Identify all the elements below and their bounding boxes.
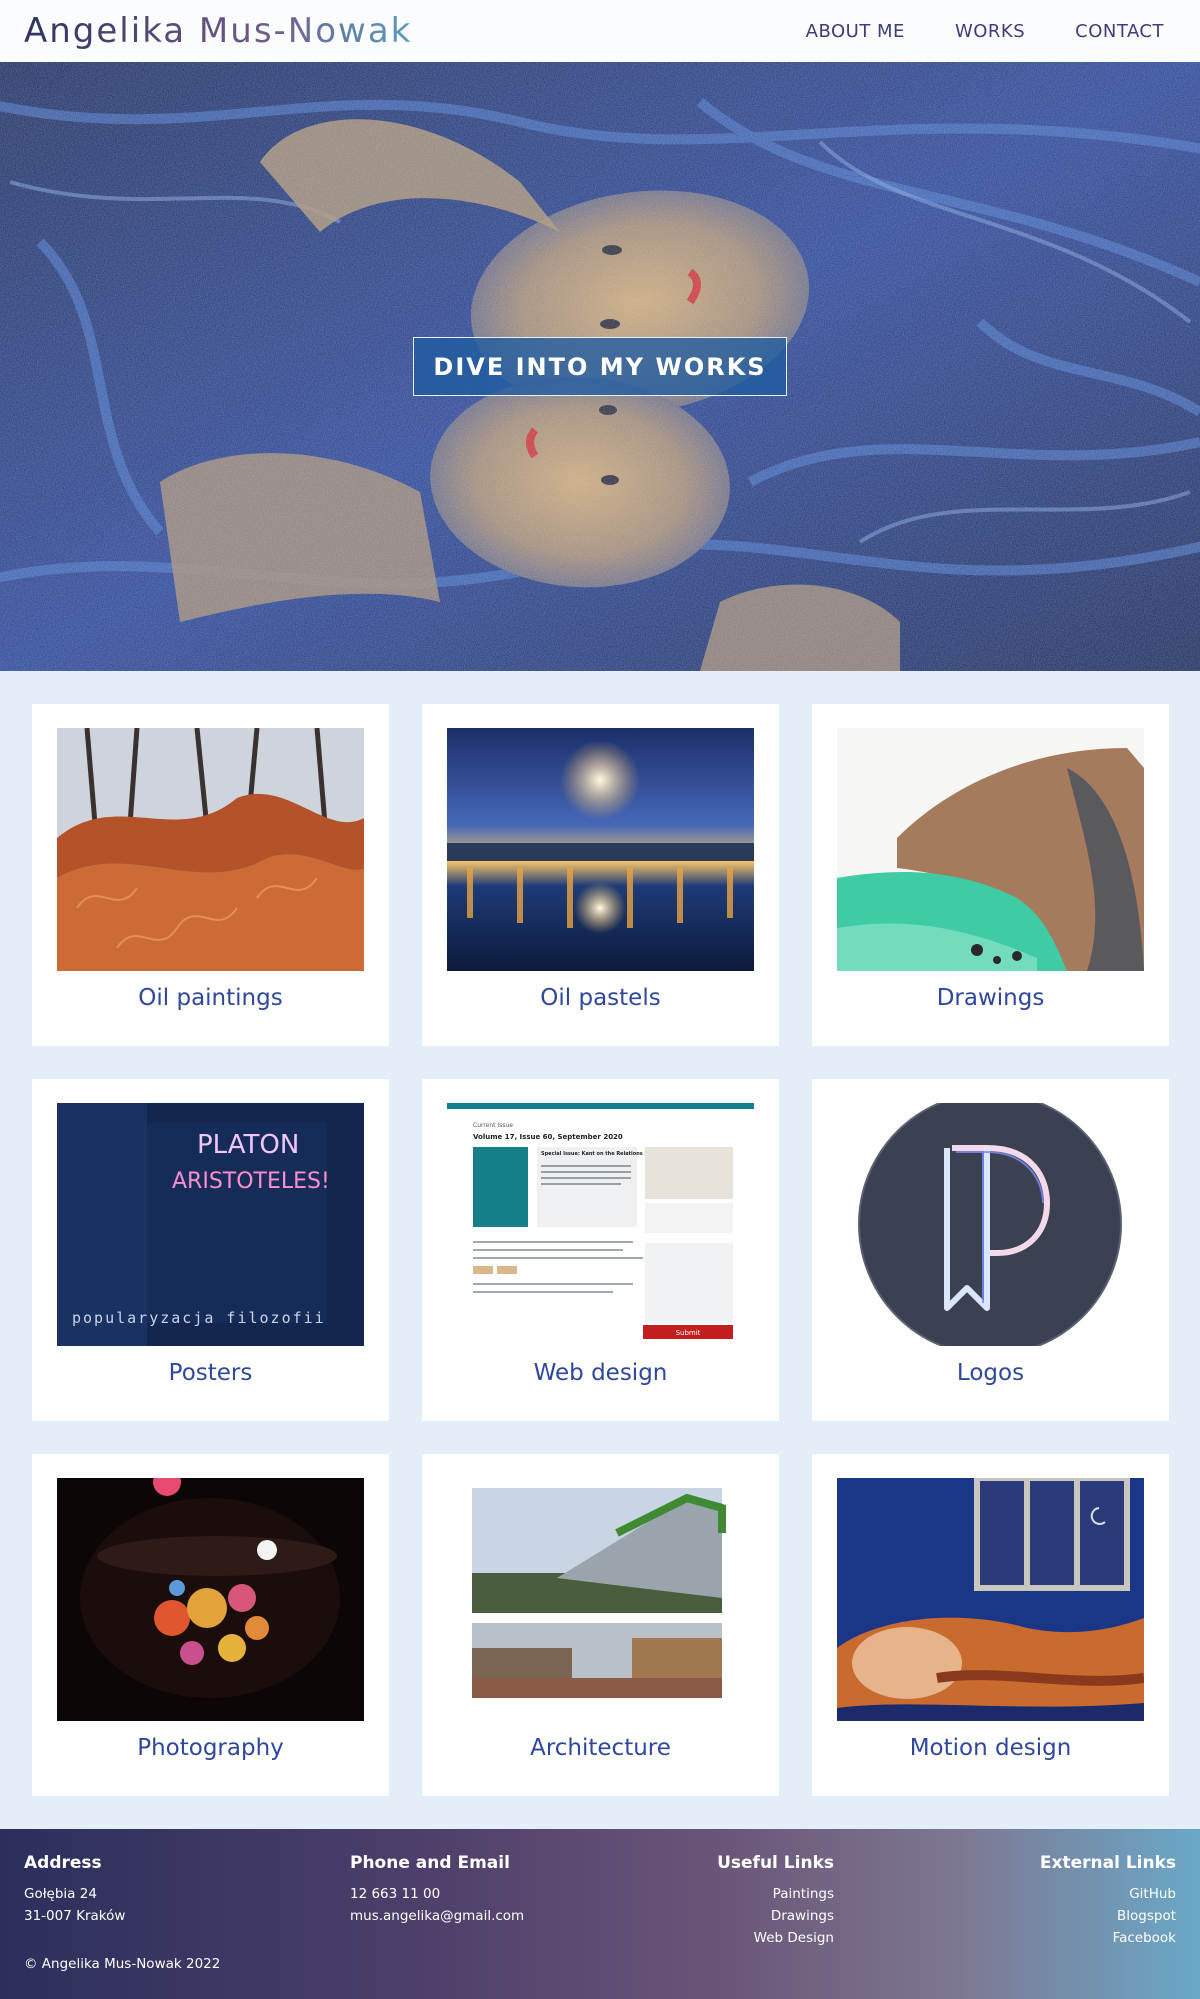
- copyright: © Angelika Mus-Nowak 2022: [24, 1956, 221, 1972]
- logo-thumbnail: [837, 1103, 1144, 1346]
- poster-neon-text-2: ARISTOTELES!: [172, 1169, 330, 1194]
- footer-link-facebook[interactable]: Facebook: [1040, 1927, 1176, 1949]
- footer-heading: Address: [24, 1853, 102, 1873]
- card-label: Oil pastels: [540, 985, 661, 1011]
- gallery-card-web-design[interactable]: Current Issue Volume 17, Issue 60, Septe…: [422, 1079, 779, 1421]
- card-label: Posters: [168, 1360, 253, 1386]
- oil-painting-thumbnail: [57, 728, 364, 971]
- card-label: Web design: [533, 1360, 668, 1386]
- footer-contact: Phone and Email 12 663 11 00 mus.angelik…: [350, 1853, 524, 1927]
- footer-link-github[interactable]: GitHub: [1040, 1883, 1176, 1905]
- gallery-card-oil-paintings[interactable]: Oil paintings: [32, 704, 389, 1046]
- poster-neon-text: PLATON: [197, 1130, 299, 1160]
- architecture-thumbnail: [447, 1478, 754, 1721]
- card-label: Drawings: [936, 985, 1045, 1011]
- card-label: Photography: [137, 1735, 284, 1761]
- gallery-card-oil-pastels[interactable]: Oil pastels: [422, 704, 779, 1046]
- footer-heading: External Links: [1039, 1853, 1176, 1873]
- gallery-card-logos[interactable]: Logos: [812, 1079, 1169, 1421]
- footer-link-drawings[interactable]: Drawings: [717, 1905, 834, 1927]
- hero-banner: DIVE INTO MY WORKS: [0, 62, 1200, 671]
- card-label: Architecture: [530, 1735, 671, 1761]
- web-issue-title: Volume 17, Issue 60, September 2020: [473, 1133, 623, 1141]
- gallery-card-drawings[interactable]: Drawings: [812, 704, 1169, 1046]
- phone-number: 12 663 11 00: [350, 1886, 441, 1902]
- card-label: Logos: [956, 1360, 1025, 1386]
- motion-design-thumbnail: [837, 1478, 1144, 1721]
- card-label: Oil paintings: [138, 985, 283, 1011]
- brand-logo-text[interactable]: Angelika Mus-Nowak: [24, 11, 412, 51]
- poster-thumbnail: PLATON ARISTOTELES! popularyzacja filozo…: [57, 1103, 364, 1346]
- nav-works[interactable]: WORKS: [955, 21, 1025, 42]
- card-label: Motion design: [909, 1735, 1072, 1761]
- nav-about-me[interactable]: ABOUT ME: [806, 21, 905, 42]
- gallery-card-motion-design[interactable]: Motion design: [812, 1454, 1169, 1796]
- gallery-card-photography[interactable]: Photography: [32, 1454, 389, 1796]
- gallery-card-architecture[interactable]: Architecture: [422, 1454, 779, 1796]
- dive-into-works-button[interactable]: DIVE INTO MY WORKS: [413, 337, 787, 396]
- footer-heading: Useful Links: [717, 1853, 834, 1873]
- web-issue-header: Current Issue: [473, 1122, 513, 1129]
- footer-useful-links: Useful Links Paintings Drawings Web Desi…: [717, 1853, 834, 1949]
- address-line: Gołębia 24: [24, 1886, 97, 1902]
- nav-contact[interactable]: CONTACT: [1075, 21, 1164, 42]
- footer-link-web-design[interactable]: Web Design: [717, 1927, 834, 1949]
- drawing-thumbnail: [837, 728, 1144, 971]
- works-gallery: Oil paintings Oil pastels Drawings PLATO…: [32, 704, 1169, 1796]
- address-line: 31-007 Kraków: [24, 1908, 126, 1924]
- email-link[interactable]: mus.angelika@gmail.com: [350, 1905, 524, 1927]
- site-header: Angelika Mus-Nowak ABOUT ME WORKS CONTAC…: [0, 0, 1200, 62]
- footer-heading: Phone and Email: [350, 1853, 510, 1873]
- poster-caption: popularyzacja filozofii: [72, 1309, 326, 1327]
- gallery-card-posters[interactable]: PLATON ARISTOTELES! popularyzacja filozo…: [32, 1079, 389, 1421]
- oil-pastel-thumbnail: [447, 728, 754, 971]
- site-footer: Address Gołębia 24 31-007 Kraków Phone a…: [0, 1829, 1200, 1999]
- main-nav: ABOUT ME WORKS CONTACT: [806, 21, 1164, 42]
- footer-link-paintings[interactable]: Paintings: [717, 1883, 834, 1905]
- photography-thumbnail: [57, 1478, 364, 1721]
- footer-address: Address Gołębia 24 31-007 Kraków: [24, 1853, 125, 1927]
- footer-link-blogspot[interactable]: Blogspot: [1040, 1905, 1176, 1927]
- footer-external-links: External Links GitHub Blogspot Facebook: [1040, 1853, 1176, 1949]
- web-submit-button: Submit: [676, 1329, 701, 1337]
- web-design-thumbnail: Current Issue Volume 17, Issue 60, Septe…: [447, 1103, 754, 1346]
